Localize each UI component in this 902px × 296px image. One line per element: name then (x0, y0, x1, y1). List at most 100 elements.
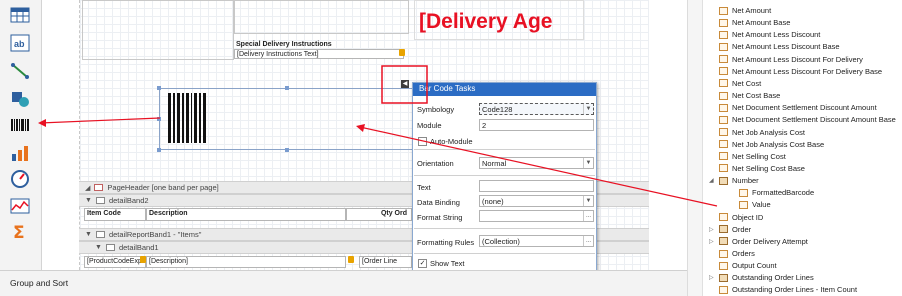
data-binding-label: Data Binding (417, 198, 460, 207)
field-list-item[interactable]: Net Job Analysis Cost (709, 126, 805, 139)
header-qty-ord[interactable]: Qty Ord (346, 208, 412, 221)
format-string-input[interactable]: ... (479, 210, 594, 222)
group-and-sort-panel[interactable]: Group and Sort (0, 270, 687, 296)
selection-handle[interactable] (285, 86, 289, 90)
selection-handle[interactable] (285, 148, 289, 152)
field-list-item[interactable]: Net Amount Less Discount (709, 28, 820, 41)
field-list-item[interactable]: ◢ Number (709, 174, 759, 187)
shape-tool-icon[interactable] (8, 88, 32, 110)
cell-product-code[interactable]: [ProductCodeExp (84, 256, 146, 268)
field-label: Net Amount Less Discount For Delivery (732, 54, 863, 64)
field-list-item[interactable]: Net Selling Cost (709, 150, 786, 163)
band-label: PageHeader [one band per page] (107, 183, 219, 192)
field-icon (719, 213, 728, 222)
field-icon (739, 200, 748, 209)
field-list-item[interactable]: Net Amount Base (709, 16, 790, 29)
field-label: Net Cost (732, 78, 762, 88)
separator (414, 228, 595, 229)
chevron-down-icon[interactable]: ▼ (583, 104, 593, 114)
field-list-item[interactable]: Net Cost (709, 77, 761, 90)
module-input[interactable]: 2 (479, 119, 594, 131)
field-label: Net Amount Less Discount (732, 30, 821, 40)
chevron-down-icon[interactable]: ▼ (583, 196, 593, 206)
field-icon (719, 164, 728, 173)
expander-icon[interactable]: ▷ (709, 226, 717, 233)
gauge-tool-icon[interactable] (8, 168, 32, 190)
field-label: FormattedBarcode (752, 188, 815, 198)
collapse-icon[interactable]: ▼ (95, 244, 102, 251)
warning-icon (348, 256, 354, 263)
panel-divider[interactable] (687, 0, 702, 296)
chevron-down-icon[interactable]: ▼ (583, 158, 593, 168)
cell-description[interactable]: [Description] (146, 256, 346, 268)
field-list-item[interactable]: Net Amount Less Discount For Delivery (709, 53, 863, 66)
summary-tool-icon[interactable]: Σ (8, 220, 32, 242)
field-list-item[interactable]: ▷ Order (709, 223, 751, 236)
expander-icon[interactable]: ◢ (709, 177, 717, 184)
field-list-item[interactable]: Net Cost Base (709, 89, 780, 102)
field-list-item[interactable]: Net Amount Less Discount Base (709, 40, 840, 53)
smart-tag-button[interactable]: ◀ (401, 80, 409, 88)
text-input[interactable] (479, 180, 594, 192)
field-list-item[interactable]: FormattedBarcode (729, 186, 814, 199)
field-list: Net Amount Net Amount Base Net Amount Less… (702, 0, 902, 296)
formatting-rules-input[interactable]: (Collection)... (479, 235, 594, 247)
selection-handle[interactable] (157, 86, 161, 90)
table-field-icon (719, 176, 728, 185)
ellipsis-button[interactable]: ... (583, 236, 593, 246)
field-label: Output Count (732, 261, 777, 271)
auto-module-checkbox[interactable] (418, 137, 427, 146)
field-list-item[interactable]: Net Amount (709, 4, 771, 17)
selection-handle[interactable] (157, 148, 161, 152)
field-list-item[interactable]: Value (729, 198, 771, 211)
field-list-item[interactable]: Net Document Settlement Discount Amount … (709, 113, 896, 126)
separator (414, 149, 595, 150)
field-icon (719, 6, 728, 15)
special-instructions-field[interactable]: [Delivery Instructions Text] (234, 49, 404, 59)
field-list-item[interactable]: Net Amount Less Discount For Delivery Ba… (709, 65, 882, 78)
middle-frame (234, 0, 409, 34)
field-label: Orders (732, 249, 755, 258)
orientation-value: Normal (482, 159, 507, 168)
label-tool-icon[interactable]: ab (8, 32, 32, 54)
field-list-item[interactable]: Net Document Settlement Discount Amount (709, 101, 877, 114)
field-list-item[interactable]: Object ID (709, 211, 763, 224)
data-binding-dropdown[interactable]: (none) ▼ (479, 195, 594, 207)
field-list-item[interactable]: Net Selling Cost Base (709, 162, 805, 175)
auto-module-label: Auto-Module (430, 137, 473, 146)
barcode-tool-icon[interactable] (8, 114, 32, 136)
barcode-tasks-panel[interactable]: Bar Code Tasks Symbology Code128 ▼ Module… (412, 82, 597, 272)
collapse-icon[interactable]: ▼ (85, 197, 92, 204)
show-text-checkbox[interactable]: ✓ (418, 259, 427, 268)
field-list-item[interactable]: Outstanding Order Lines - Item Count (709, 283, 857, 296)
collapse-icon[interactable]: ▼ (85, 231, 92, 238)
symbology-dropdown[interactable]: Code128 ▼ (479, 103, 594, 115)
cell-order-line[interactable]: [Order Line (359, 256, 412, 268)
header-description[interactable]: Description (146, 208, 346, 221)
field-list-item[interactable]: ▷ Outstanding Order Lines (709, 271, 814, 284)
field-icon (719, 140, 728, 149)
chart-tool-icon[interactable] (8, 142, 32, 164)
barcode-control[interactable] (159, 88, 417, 150)
field-label: Net Document Settlement Discount Amount (732, 103, 877, 113)
field-label: Net Job Analysis Cost (732, 127, 805, 137)
field-list-item[interactable]: Output Count (709, 259, 777, 272)
collapse-icon[interactable]: ◢ (85, 184, 90, 192)
field-label: Net Document Settlement Discount Amount … (732, 115, 896, 125)
delivery-title[interactable]: [Delivery Age (419, 10, 552, 34)
field-icon (719, 42, 728, 51)
selection-handle[interactable] (157, 117, 161, 121)
field-icon (719, 79, 728, 88)
expander-icon[interactable]: ▷ (709, 238, 717, 245)
line-tool-icon[interactable] (8, 60, 32, 82)
field-list-item[interactable]: Orders (709, 247, 755, 260)
ellipsis-button[interactable]: ... (583, 211, 593, 221)
header-item-code[interactable]: Item Code (84, 208, 146, 221)
orientation-dropdown[interactable]: Normal ▼ (479, 157, 594, 169)
field-list-item[interactable]: Net Job Analysis Cost Base (709, 138, 824, 151)
field-label: Value (752, 200, 771, 210)
field-list-item[interactable]: ▷ Order Delivery Attempt (709, 235, 808, 248)
expander-icon[interactable]: ▷ (709, 274, 717, 281)
sparkline-tool-icon[interactable] (8, 195, 32, 217)
table-tool-icon[interactable] (8, 4, 32, 26)
